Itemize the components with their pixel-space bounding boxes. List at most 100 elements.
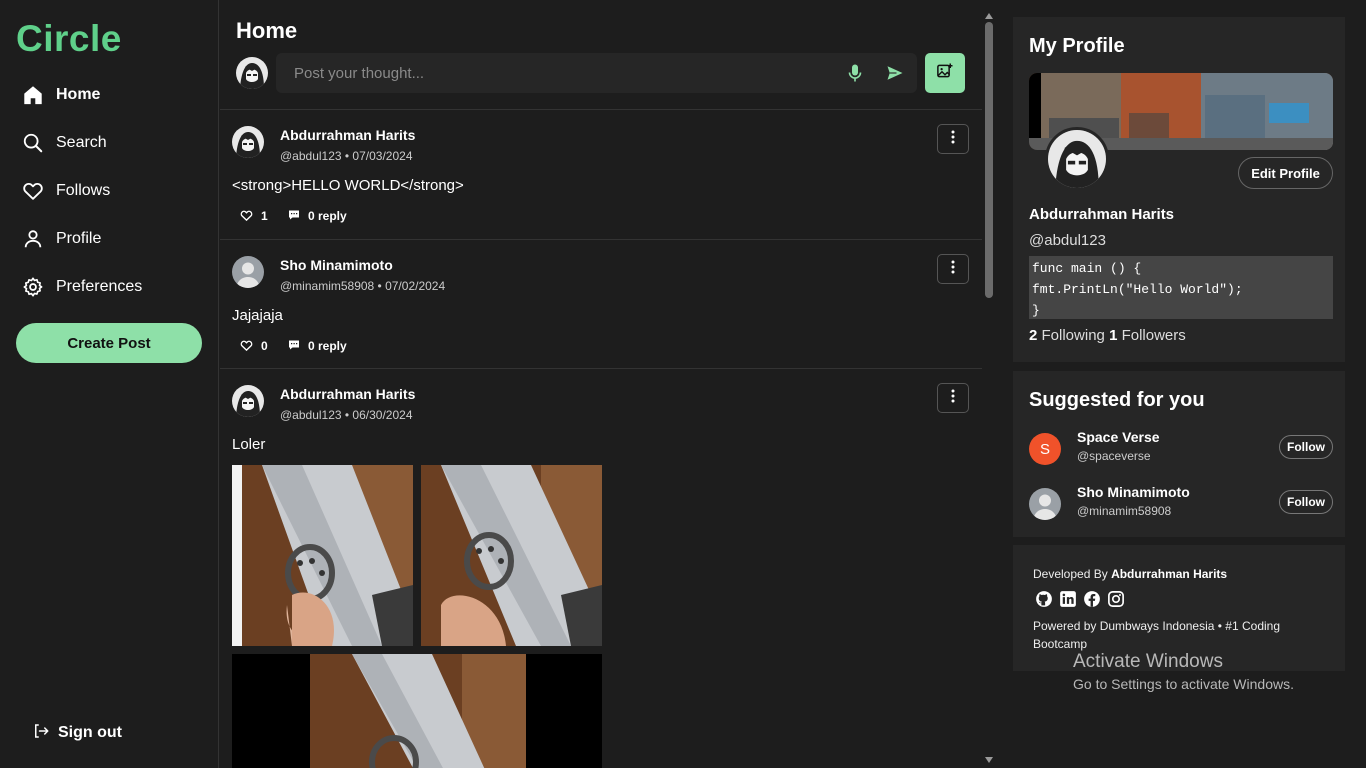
post-content: Loler <box>232 436 266 453</box>
post-item[interactable]: Abdurrahman Harits @abdul123 • 06/30/202… <box>220 369 982 768</box>
logout-icon <box>32 722 50 745</box>
like-button[interactable]: 1 <box>240 209 288 224</box>
heart-icon <box>240 209 253 224</box>
search-icon <box>22 132 44 154</box>
suggested-user-name[interactable]: Space Verse <box>1077 429 1160 445</box>
powered-by: Powered by Dumbways Indonesia • #1 Codin… <box>1033 619 1281 651</box>
instagram-icon[interactable] <box>1107 590 1125 613</box>
suggested-user-handle: @spaceverse <box>1077 449 1151 463</box>
suggested-card: Suggested for you S Space Verse @spaceve… <box>1013 371 1345 537</box>
more-vertical-icon <box>951 389 955 408</box>
profile-bio: func main () { fmt.PrintLn("Hello World"… <box>1029 256 1333 319</box>
profile-avatar[interactable] <box>1045 127 1109 191</box>
suggested-title: Suggested for you <box>1029 389 1205 411</box>
post-input[interactable] <box>276 53 917 93</box>
microphone-icon[interactable] <box>848 64 862 87</box>
reply-button[interactable]: 0 reply <box>288 339 347 354</box>
post-options-button[interactable] <box>937 124 969 154</box>
suggested-user[interactable]: Sho Minamimoto @minamim58908 Follow <box>1029 484 1333 524</box>
post-actions: 1 0 reply <box>232 208 970 224</box>
more-vertical-icon <box>951 260 955 279</box>
app-root: Circle Home Search Follows Profile Prefe… <box>0 0 1366 768</box>
suggested-user[interactable]: S Space Verse @spaceverse Follow <box>1029 429 1333 469</box>
image-upload-button[interactable] <box>925 53 965 93</box>
post-image-grid <box>232 465 602 768</box>
post-author[interactable]: Sho Minamimoto <box>280 257 970 273</box>
create-post-button[interactable]: Create Post <box>16 323 202 363</box>
sidebar-item-home[interactable]: Home <box>22 79 100 111</box>
post-actions: 0 0 reply <box>232 338 970 354</box>
post-image[interactable] <box>232 654 602 768</box>
post-meta: @abdul123 • 07/03/2024 <box>280 149 413 163</box>
sidebar-item-label: Home <box>56 86 101 103</box>
edit-profile-button[interactable]: Edit Profile <box>1238 157 1333 189</box>
social-links <box>1035 590 1125 613</box>
followers-count: 1 <box>1109 327 1118 344</box>
developer-name: Abdurrahman Harits <box>1111 567 1228 581</box>
feed-header: Home <box>220 0 982 110</box>
reply-count: 0 reply <box>308 209 347 223</box>
post-content: <strong>HELLO WORLD</strong> <box>232 177 464 194</box>
post-content: Jajajaja <box>232 307 283 324</box>
app-logo[interactable]: Circle <box>16 18 122 60</box>
heart-icon <box>22 180 44 202</box>
gear-icon <box>22 276 44 298</box>
more-vertical-icon <box>951 130 955 149</box>
sidebar-item-profile[interactable]: Profile <box>22 223 101 255</box>
post-author[interactable]: Abdurrahman Harits <box>280 386 970 402</box>
post-options-button[interactable] <box>937 383 969 413</box>
send-icon[interactable] <box>886 64 904 87</box>
follow-button[interactable]: Follow <box>1279 490 1333 514</box>
scroll-down-icon[interactable] <box>985 750 993 768</box>
post-meta: @abdul123 • 06/30/2024 <box>280 408 413 422</box>
post-item[interactable]: Abdurrahman Harits @abdul123 • 07/03/202… <box>220 110 982 240</box>
sidebar-item-preferences[interactable]: Preferences <box>22 271 142 303</box>
post-author[interactable]: Abdurrahman Harits <box>280 127 970 143</box>
comment-icon <box>288 339 300 354</box>
sidebar-item-label: Search <box>56 134 107 151</box>
avatar[interactable] <box>232 256 264 288</box>
like-count: 1 <box>261 209 268 223</box>
user-icon <box>22 228 44 250</box>
home-icon <box>22 84 44 106</box>
profile-card-title: My Profile <box>1029 35 1125 57</box>
reply-count: 0 reply <box>308 339 347 353</box>
scroll-thumb[interactable] <box>985 22 993 298</box>
watermark-subtitle: Go to Settings to activate Windows. <box>1073 676 1294 692</box>
avatar[interactable]: S <box>1029 433 1061 465</box>
image-add-icon <box>936 62 954 85</box>
like-button[interactable]: 0 <box>240 339 288 354</box>
sidebar-item-follows[interactable]: Follows <box>22 175 110 207</box>
sign-out-button[interactable]: Sign out <box>32 720 122 746</box>
sidebar-item-search[interactable]: Search <box>22 127 107 159</box>
post-options-button[interactable] <box>937 254 969 284</box>
post-image[interactable] <box>232 465 413 646</box>
like-count: 0 <box>261 339 268 353</box>
post-meta: @minamim58908 • 07/02/2024 <box>280 279 446 293</box>
feed-scrollbar[interactable] <box>982 0 996 768</box>
avatar-initial: S <box>1039 440 1050 458</box>
profile-handle: @abdul123 <box>1029 232 1106 249</box>
github-icon[interactable] <box>1035 590 1053 613</box>
post-image[interactable] <box>421 465 602 646</box>
avatar[interactable] <box>232 385 264 417</box>
reply-button[interactable]: 0 reply <box>288 209 347 224</box>
followers-label[interactable]: Followers <box>1122 327 1186 344</box>
sidebar: Circle Home Search Follows Profile Prefe… <box>0 0 219 768</box>
following-label[interactable]: Following <box>1042 327 1105 344</box>
avatar[interactable] <box>236 57 268 89</box>
page-title: Home <box>236 18 298 43</box>
suggested-user-handle: @minamim58908 <box>1077 504 1172 518</box>
post-item[interactable]: Sho Minamimoto @minamim58908 • 07/02/202… <box>220 240 982 369</box>
following-count: 2 <box>1029 327 1038 344</box>
follow-button[interactable]: Follow <box>1279 435 1333 459</box>
facebook-icon[interactable] <box>1083 590 1101 613</box>
suggested-user-name[interactable]: Sho Minamimoto <box>1077 484 1190 500</box>
activate-windows-watermark: Activate Windows Go to Settings to activ… <box>1073 651 1294 692</box>
watermark-title: Activate Windows <box>1073 651 1223 672</box>
developer-credit: Developed By Abdurrahman Harits <box>1033 567 1227 581</box>
avatar[interactable] <box>232 126 264 158</box>
avatar[interactable] <box>1029 488 1061 520</box>
sign-out-label: Sign out <box>58 724 122 741</box>
linkedin-icon[interactable] <box>1059 590 1077 613</box>
